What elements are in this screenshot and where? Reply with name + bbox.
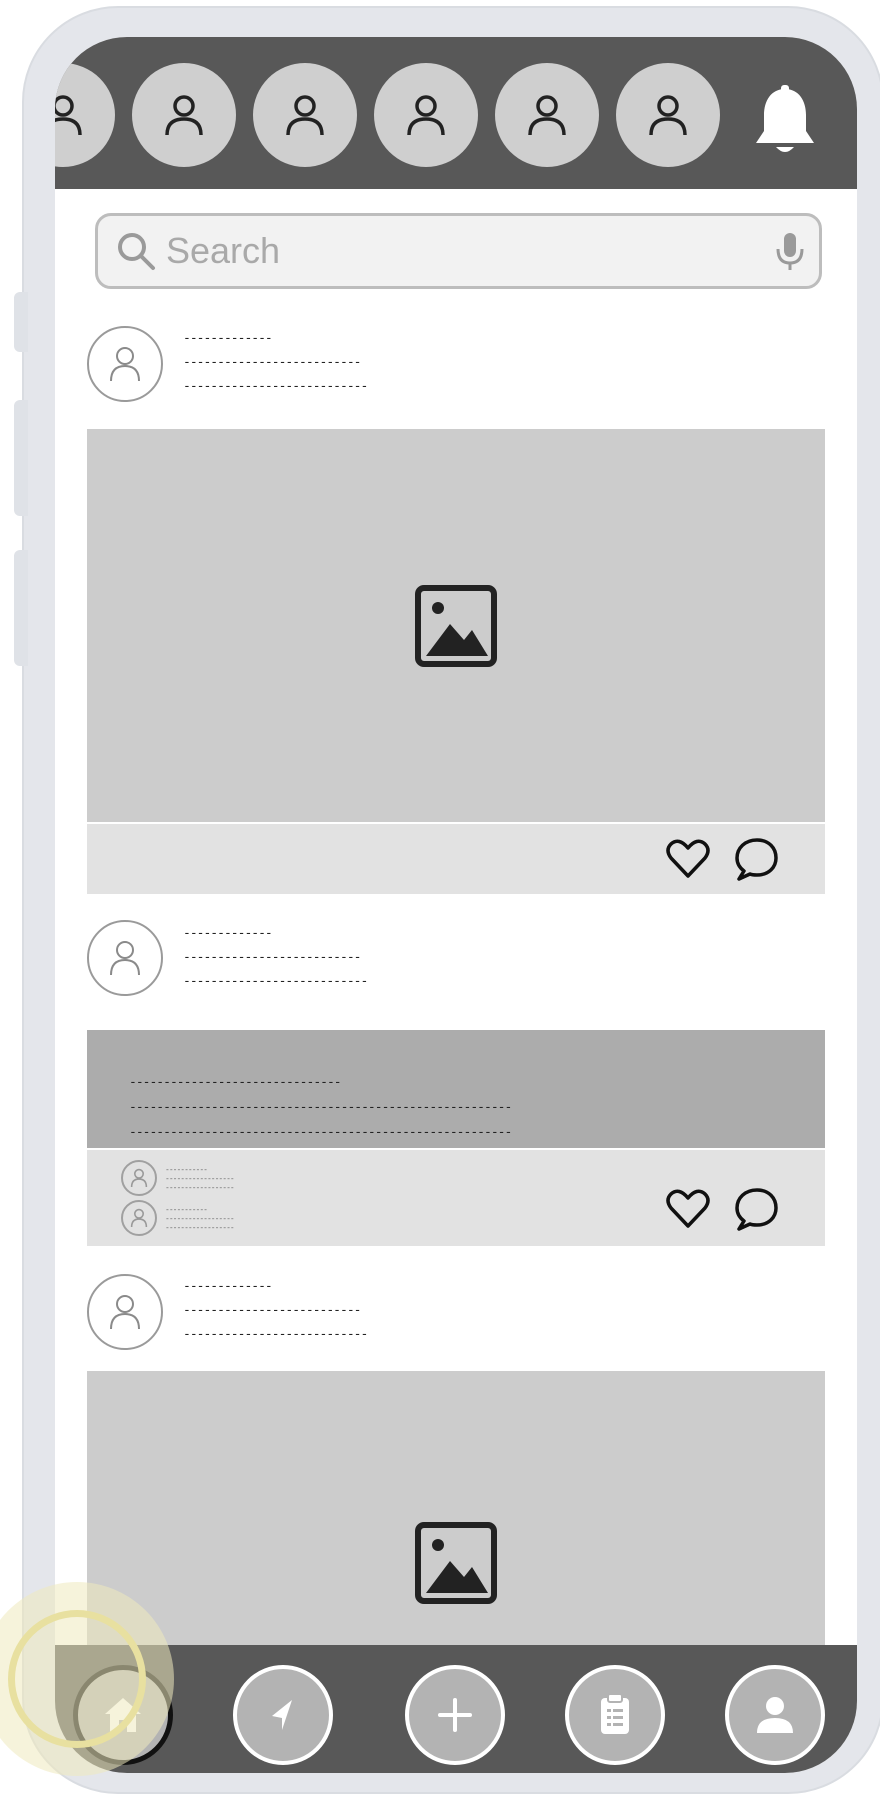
post-author-name: ------------- bbox=[183, 1279, 273, 1294]
comment-line: ----------- bbox=[165, 1164, 208, 1174]
story-avatar[interactable] bbox=[253, 63, 357, 167]
user-icon bbox=[407, 95, 445, 136]
profile-icon bbox=[757, 1697, 793, 1733]
user-icon bbox=[165, 95, 203, 136]
post-actions bbox=[87, 824, 825, 894]
post-header-text: ------------- --------------------------… bbox=[183, 327, 368, 399]
user-icon bbox=[110, 1295, 140, 1330]
comment-preview-text: ----------- ------------------ ---------… bbox=[165, 1204, 235, 1232]
microphone-icon[interactable] bbox=[775, 231, 805, 271]
clipboard-icon bbox=[601, 1693, 629, 1734]
post-text-body[interactable]: ------------------------------- --------… bbox=[87, 1030, 825, 1148]
comment-line: ------------------ bbox=[165, 1182, 235, 1192]
commenter-avatar bbox=[121, 1160, 157, 1196]
comment-preview-text: ----------- ------------------ ---------… bbox=[165, 1164, 235, 1192]
user-icon bbox=[110, 941, 140, 976]
nav-clipboard-button[interactable] bbox=[565, 1665, 665, 1765]
story-avatar[interactable] bbox=[132, 63, 236, 167]
post-author-avatar[interactable] bbox=[87, 920, 163, 996]
user-icon bbox=[649, 95, 687, 136]
search-bar[interactable]: Search bbox=[95, 213, 822, 289]
comment-preview[interactable]: ----------- ------------------ ---------… bbox=[121, 1160, 235, 1196]
stories-bar bbox=[55, 37, 857, 189]
heart-icon[interactable] bbox=[665, 1186, 711, 1232]
post-author-name: ------------- bbox=[183, 926, 273, 941]
post-meta-line: --------------------------- bbox=[183, 379, 368, 394]
post-image[interactable] bbox=[87, 429, 825, 822]
comment-preview[interactable]: ----------- ------------------ ---------… bbox=[121, 1200, 235, 1236]
user-icon bbox=[286, 95, 324, 136]
story-avatar[interactable] bbox=[495, 63, 599, 167]
post-author-name: ------------- bbox=[183, 331, 273, 346]
nav-profile-button[interactable] bbox=[725, 1665, 825, 1765]
user-icon bbox=[528, 95, 566, 136]
comment-icon[interactable] bbox=[733, 836, 779, 882]
comment-line: ------------------ bbox=[165, 1213, 235, 1223]
tap-highlight-ring bbox=[8, 1610, 146, 1748]
image-icon bbox=[415, 1522, 497, 1604]
post-meta-line: -------------------------- bbox=[183, 950, 362, 965]
user-icon bbox=[130, 1208, 148, 1227]
text-line: ----------------------------------------… bbox=[129, 1125, 512, 1140]
comment-line: ------------------ bbox=[165, 1173, 235, 1183]
post-image[interactable] bbox=[87, 1371, 825, 1645]
post-actions: ----------- ------------------ ---------… bbox=[87, 1150, 825, 1246]
search-icon bbox=[118, 233, 155, 270]
bottom-navigation bbox=[55, 1645, 857, 1773]
nav-add-button[interactable] bbox=[405, 1665, 505, 1765]
comment-line: ----------- bbox=[165, 1204, 208, 1214]
post-meta-line: -------------------------- bbox=[183, 355, 362, 370]
user-icon bbox=[130, 1168, 148, 1187]
bell-icon[interactable] bbox=[752, 85, 818, 157]
post-text-content: ------------------------------- --------… bbox=[129, 1070, 512, 1145]
text-line: ----------------------------------------… bbox=[129, 1100, 512, 1115]
post-meta-line: --------------------------- bbox=[183, 1327, 368, 1342]
app-screen: Search ------------- -------------------… bbox=[55, 37, 857, 1773]
post-author-avatar[interactable] bbox=[87, 1274, 163, 1350]
commenter-avatar bbox=[121, 1200, 157, 1236]
explore-icon bbox=[272, 1700, 292, 1730]
comment-icon[interactable] bbox=[733, 1186, 779, 1232]
post-author-avatar[interactable] bbox=[87, 326, 163, 402]
comment-line: ------------------ bbox=[165, 1222, 235, 1232]
side-button-volume-down bbox=[14, 550, 28, 666]
user-icon bbox=[110, 347, 140, 382]
search-input[interactable]: Search bbox=[166, 230, 775, 272]
image-icon bbox=[415, 585, 497, 667]
heart-icon[interactable] bbox=[665, 836, 711, 882]
post-header-text: ------------- --------------------------… bbox=[183, 1275, 368, 1347]
side-button-volume-up bbox=[14, 400, 28, 516]
post-header-text: ------------- --------------------------… bbox=[183, 922, 368, 994]
post-meta-line: -------------------------- bbox=[183, 1303, 362, 1318]
story-avatar[interactable] bbox=[616, 63, 720, 167]
story-avatar[interactable] bbox=[55, 63, 115, 167]
text-line: ------------------------------- bbox=[129, 1075, 342, 1090]
nav-explore-button[interactable] bbox=[233, 1665, 333, 1765]
post-meta-line: --------------------------- bbox=[183, 974, 368, 989]
add-icon bbox=[438, 1698, 472, 1732]
story-avatar[interactable] bbox=[374, 63, 478, 167]
side-button-mute bbox=[14, 292, 28, 352]
user-icon bbox=[55, 95, 82, 136]
